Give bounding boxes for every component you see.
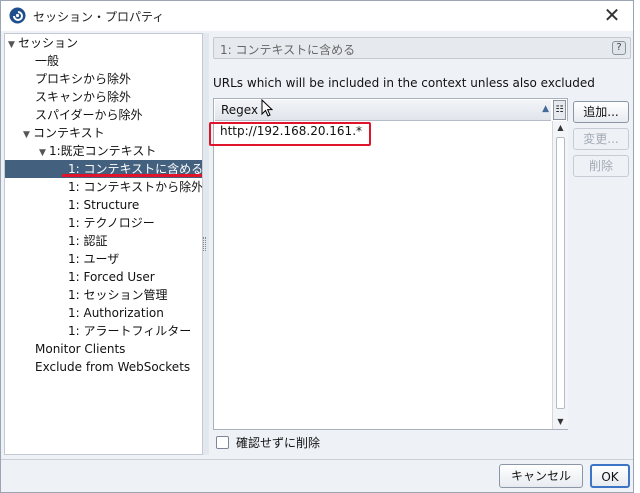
panel-description: URLs which will be included in the conte… — [213, 76, 595, 90]
tree-item-label: 1:既定コンテキスト — [49, 144, 157, 158]
tree-item-authentication[interactable]: 1: 認証 — [68, 232, 108, 250]
ok-button[interactable]: OK — [590, 464, 630, 488]
tree-item-label: 1: Authorization — [68, 306, 164, 320]
tree-item-contexts[interactable]: ▼ コンテキスト — [23, 124, 105, 142]
tree-item-label: 1: テクノロジー — [68, 216, 155, 230]
delete-without-confirm-checkbox[interactable] — [216, 435, 229, 449]
tree-item-exclude-from-context[interactable]: 1: コンテキストから除外 — [68, 178, 203, 196]
sort-ascending-icon[interactable]: ▲ — [542, 104, 549, 114]
checkbox-label: 確認せずに削除 — [236, 435, 321, 450]
tree-item-users[interactable]: 1: ユーザ — [68, 250, 119, 268]
tree-item-exclude-spider[interactable]: スパイダーから除外 — [35, 106, 143, 124]
expand-arrow-icon[interactable]: ▼ — [8, 36, 18, 54]
session-tree[interactable]: ▼ セッション 一般 プロキシから除外 スキャンから除外 スパイダーから除外 ▼ コ… — [4, 33, 203, 455]
column-chooser-icon[interactable]: ☷ — [553, 100, 566, 120]
tree-item-label: Exclude from WebSockets — [35, 360, 191, 374]
red-annotation-box — [209, 122, 371, 146]
help-icon[interactable]: ? — [612, 41, 626, 55]
confirm-delete-option[interactable]: 確認せずに削除 — [216, 433, 320, 451]
scroll-thumb[interactable] — [556, 137, 565, 409]
close-button[interactable]: ✕ — [601, 4, 623, 26]
zap-app-icon — [9, 7, 26, 24]
tree-item-session[interactable]: ▼ セッション — [8, 34, 78, 52]
scroll-up-icon[interactable]: ▲ — [553, 121, 568, 135]
tree-item-label: セッション — [18, 36, 79, 50]
cancel-button[interactable]: キャンセル — [499, 464, 583, 488]
panel-header: 1: コンテキストに含める ? — [213, 37, 631, 59]
tree-item-label: Monitor Clients — [35, 342, 126, 356]
tree-item-monitor-clients[interactable]: Monitor Clients — [35, 340, 125, 358]
column-header-label: Regex — [221, 103, 259, 117]
tree-item-label: 1: アラートフィルター — [68, 324, 192, 338]
tree-item-label: 1: Forced User — [68, 270, 155, 284]
tree-item-label: コンテキスト — [33, 126, 105, 140]
tree-item-forced-user[interactable]: 1: Forced User — [68, 268, 155, 286]
tree-item-session-management[interactable]: 1: セッション管理 — [68, 286, 168, 304]
add-button[interactable]: 追加... — [573, 101, 629, 123]
tree-item-exclude-websockets[interactable]: Exclude from WebSockets — [35, 358, 190, 376]
edit-button[interactable]: 変更... — [573, 128, 629, 150]
expand-arrow-icon[interactable]: ▼ — [23, 126, 33, 144]
background-window-edge — [634, 0, 640, 493]
tree-item-general[interactable]: 一般 — [35, 52, 59, 70]
tree-item-label: 1: 認証 — [68, 234, 108, 248]
tree-item-exclude-scan[interactable]: スキャンから除外 — [35, 88, 131, 106]
splitter-grip-icon[interactable] — [203, 237, 206, 251]
panel-title: 1: コンテキストに含める — [220, 43, 356, 57]
context-include-panel: 1: コンテキストに含める ? URLs which will be inclu… — [209, 33, 633, 455]
tree-item-label: 1: Structure — [68, 198, 140, 212]
tree-item-authorization[interactable]: 1: Authorization — [68, 304, 164, 322]
scroll-down-icon[interactable]: ▼ — [553, 415, 568, 429]
tree-item-label: 一般 — [35, 54, 60, 68]
tree-item-alert-filters[interactable]: 1: アラートフィルター — [68, 322, 191, 340]
red-annotation-underline — [62, 174, 202, 177]
tree-item-label: 1: ユーザ — [68, 252, 120, 266]
vertical-scrollbar[interactable]: ▲ ▼ — [552, 121, 568, 429]
footer-divider — [1, 459, 633, 460]
tree-item-label: スキャンから除外 — [35, 90, 132, 104]
tree-item-technology[interactable]: 1: テクノロジー — [68, 214, 155, 232]
window-title: セッション・プロパティ — [33, 10, 165, 24]
mouse-cursor-icon — [261, 99, 273, 117]
tree-item-label: 1: コンテキストから除外 — [68, 180, 203, 194]
tree-item-structure[interactable]: 1: Structure — [68, 196, 139, 214]
regex-table[interactable]: Regex ▲ ☷ http://192.168.20.161.* ▲ ▼ — [213, 98, 568, 430]
tree-item-label: プロキシから除外 — [35, 72, 132, 86]
tree-item-default-context[interactable]: ▼ 1:既定コンテキスト — [39, 142, 156, 160]
title-bar: セッション・プロパティ ✕ — [1, 1, 633, 31]
tree-item-label: 1: セッション管理 — [68, 288, 168, 302]
tree-item-exclude-proxy[interactable]: プロキシから除外 — [35, 70, 131, 88]
delete-button[interactable]: 削除 — [573, 155, 629, 177]
session-properties-dialog: セッション・プロパティ ✕ ▼ セッション 一般 プロキシから除外 スキャンから除… — [0, 0, 634, 493]
tree-item-label: スパイダーから除外 — [35, 108, 143, 122]
